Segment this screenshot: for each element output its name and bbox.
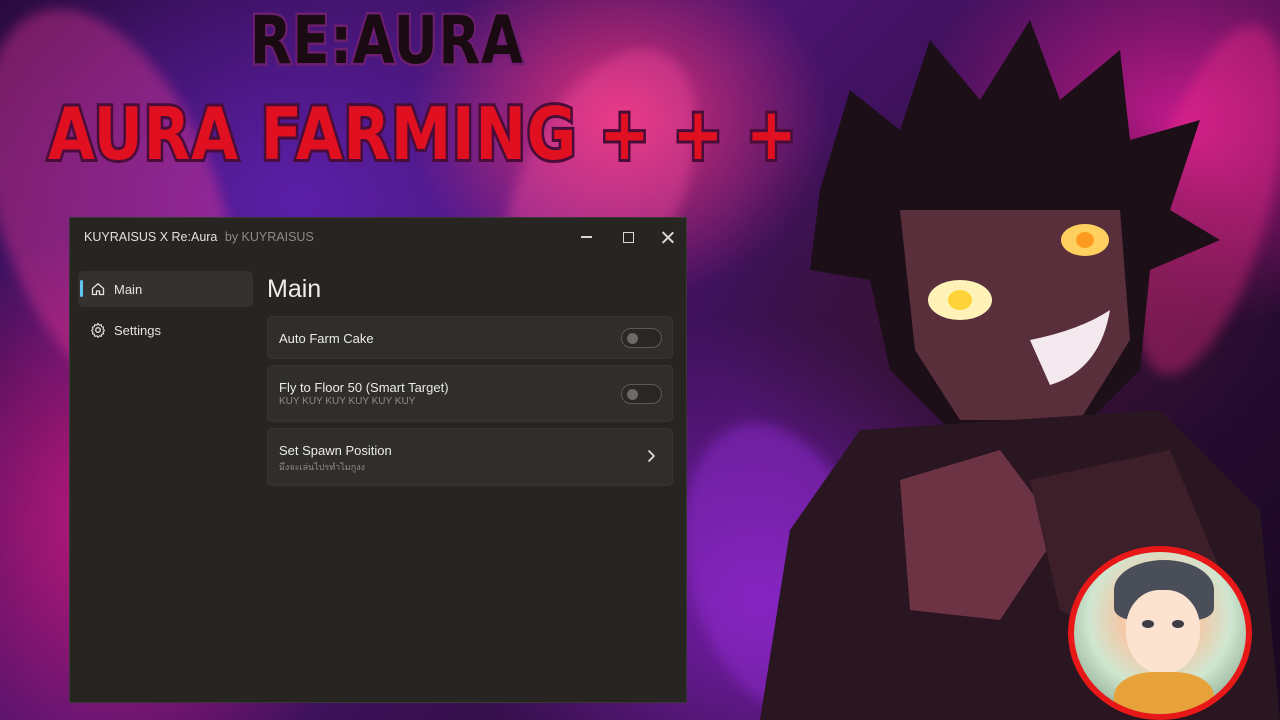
title-bar[interactable]: KUYRAISUS X Re:Aura by KUYRAISUS: [70, 218, 686, 256]
gear-icon: [90, 322, 106, 338]
sidebar-item-settings[interactable]: Settings: [78, 312, 253, 348]
maximize-button[interactable]: [615, 225, 641, 249]
sidebar-item-label: Main: [114, 281, 143, 297]
card-title: Set Spawn Position: [279, 443, 392, 458]
auto-farm-cake-row[interactable]: Auto Farm Cake: [267, 316, 673, 359]
app-window: KUYRAISUS X Re:Aura by KUYRAISUS Main Se…: [69, 217, 687, 703]
maximize-icon: [622, 231, 634, 243]
card-title: Auto Farm Cake: [279, 331, 374, 346]
toggle-knob: [627, 389, 638, 400]
main-content: Main Auto Farm Cake Fly to Floor 50 (Sma…: [267, 270, 673, 486]
sidebar-item-main[interactable]: Main: [78, 271, 253, 307]
card-title: Fly to Floor 50 (Smart Target): [279, 380, 449, 395]
minimize-icon: [580, 236, 592, 238]
toggle-knob: [627, 333, 638, 344]
set-spawn-position-button[interactable]: Set Spawn Position มึงจะเล่นไปรทำไมกูงง: [267, 428, 673, 486]
card-description: มึงจะเล่นไปรทำไมกูงง: [279, 462, 365, 472]
page-title: Main: [267, 275, 322, 303]
avatar-shirt: [1114, 672, 1214, 714]
avatar-eye: [1142, 620, 1154, 628]
close-icon: [661, 231, 674, 244]
thumbnail-title-main: AURA FARMING + + +: [45, 89, 799, 179]
window-subtitle: by KUYRAISUS: [224, 230, 314, 244]
avatar-eye: [1172, 620, 1184, 628]
window-title: KUYRAISUS X Re:Aura by KUYRAISUS: [84, 230, 314, 244]
fly-to-floor-row[interactable]: Fly to Floor 50 (Smart Target) KUY KUY K…: [267, 365, 673, 422]
avatar: [1068, 546, 1252, 720]
chevron-right-icon: [648, 450, 655, 462]
auto-farm-cake-toggle[interactable]: [621, 328, 662, 348]
close-button[interactable]: [654, 225, 680, 249]
card-description: KUY KUY KUY KUY KUY KUY: [279, 396, 416, 407]
home-icon: [90, 281, 106, 297]
sidebar: Main Settings: [78, 271, 253, 353]
thumbnail-title-top: RE:AURA: [248, 0, 525, 82]
minimize-button[interactable]: [573, 225, 599, 249]
avatar-face: [1126, 590, 1200, 674]
fly-to-floor-toggle[interactable]: [621, 384, 662, 404]
sidebar-item-label: Settings: [114, 322, 161, 338]
window-title-text: KUYRAISUS X Re:Aura: [84, 230, 218, 244]
